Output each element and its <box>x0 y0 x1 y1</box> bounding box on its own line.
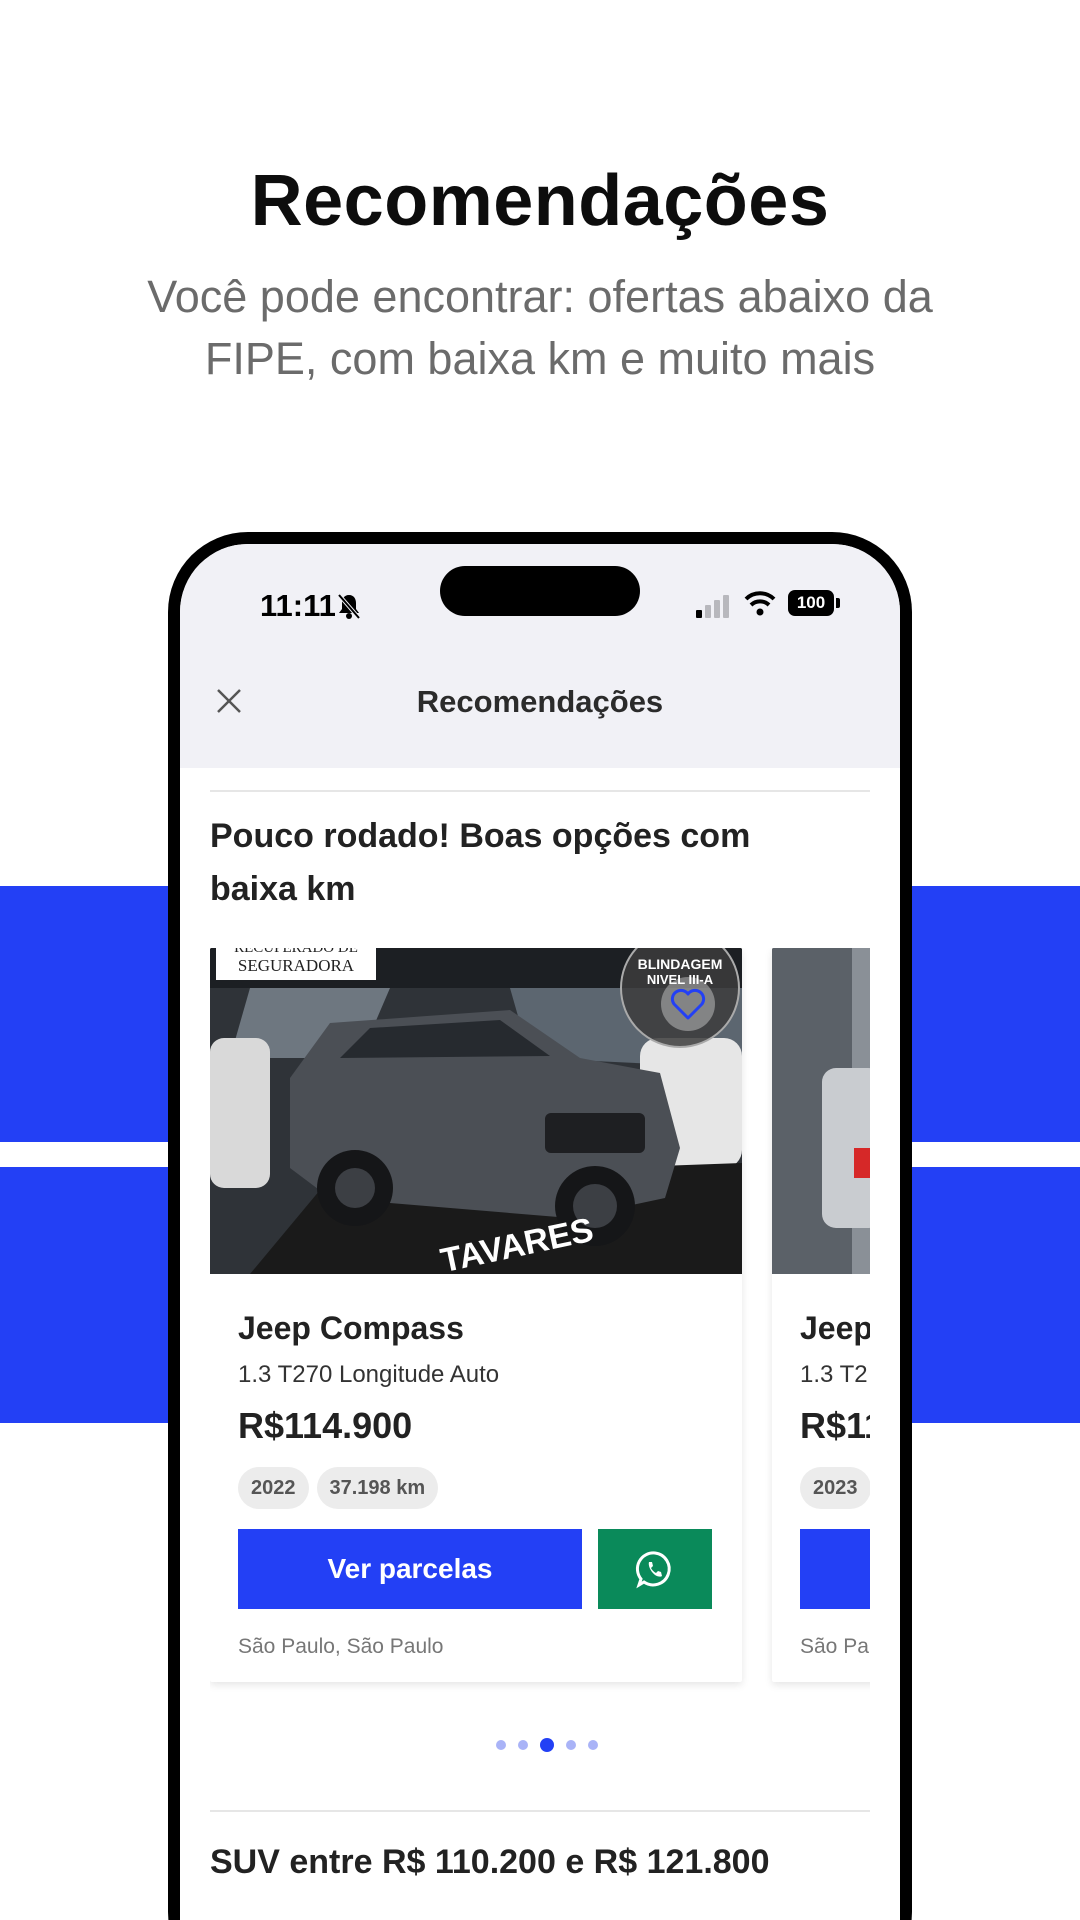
divider <box>210 1810 870 1812</box>
car-price: R$114.900 <box>238 1405 413 1446</box>
car-photo-illustration <box>772 948 870 1274</box>
armor-badge-line1: BLINDAGEM <box>637 956 723 972</box>
wifi-icon <box>744 591 776 616</box>
car-price: R$11 <box>800 1405 870 1446</box>
whatsapp-button[interactable] <box>598 1529 712 1609</box>
carousel-pager[interactable] <box>180 1738 900 1752</box>
car-card-body: Jeep 1.3 T2 R$11 2023 São Pa <box>800 1310 870 1659</box>
car-card[interactable]: TAVARES RECUPERADO DE SEGURADORA BLINDAG… <box>210 948 742 1682</box>
car-title[interactable]: Jeep <box>800 1310 870 1347</box>
ver-parcelas-button[interactable] <box>800 1529 870 1609</box>
year-chip: 2022 <box>238 1467 309 1509</box>
dynamic-island <box>440 566 640 616</box>
pager-dot[interactable] <box>496 1740 506 1750</box>
battery-level: 100 <box>788 590 834 616</box>
signal-icon <box>696 595 729 618</box>
promo-title: Recomendações <box>250 161 830 241</box>
photo-caption: SEGURADORA <box>237 956 355 975</box>
pager-dot[interactable] <box>588 1740 598 1750</box>
car-photo[interactable]: TAVARES RECUPERADO DE SEGURADORA BLINDAG… <box>210 948 742 1274</box>
car-location: São Pa <box>800 1635 869 1658</box>
divider <box>210 790 870 792</box>
car-card[interactable]: Jeep 1.3 T2 R$11 2023 São Pa <box>772 948 870 1682</box>
car-card-body: Jeep Compass 1.3 T270 Longitude Auto R$1… <box>238 1310 718 1659</box>
km-chip: 37.198 km <box>316 1467 439 1509</box>
status-time: 11:11 <box>260 588 336 623</box>
promo-subtitle: Você pode encontrar: ofertas abaixo da F… <box>147 271 933 384</box>
car-version: 1.3 T270 Longitude Auto <box>238 1361 500 1388</box>
phone-screen: 11:11 100 Recomendações Pouco rodado! Bo… <box>180 544 900 1920</box>
section-title: Pouco rodado! Boas opções com baixa km <box>210 817 751 908</box>
car-specs: 2023 <box>800 1467 870 1509</box>
whatsapp-icon <box>635 1551 671 1589</box>
car-photo[interactable] <box>772 948 870 1274</box>
car-version: 1.3 T2 <box>800 1361 868 1388</box>
pager-dot[interactable] <box>518 1740 528 1750</box>
year-chip: 2023 <box>800 1467 870 1509</box>
phone-frame: 11:11 100 Recomendações Pouco rodado! Bo… <box>168 532 912 1920</box>
pager-dot[interactable] <box>540 1738 554 1752</box>
heart-icon[interactable] <box>660 976 716 1032</box>
car-specs: 2022 37.198 km <box>238 1467 718 1509</box>
car-title[interactable]: Jeep Compass <box>238 1310 718 1347</box>
battery-tip <box>836 598 840 608</box>
car-location: São Paulo, São Paulo <box>238 1635 444 1658</box>
card-actions <box>800 1529 870 1609</box>
section-title: SUV entre R$ 110.200 e R$ 121.800 <box>210 1843 770 1881</box>
pager-dot[interactable] <box>566 1740 576 1750</box>
ver-parcelas-button[interactable]: Ver parcelas <box>238 1529 582 1609</box>
battery-indicator: 100 <box>788 590 840 616</box>
car-carousel[interactable]: TAVARES RECUPERADO DE SEGURADORA BLINDAG… <box>210 948 870 1708</box>
card-actions: Ver parcelas <box>238 1529 718 1609</box>
screen-title: Recomendações <box>416 684 664 719</box>
photo-caption-box: RECUPERADO DE SEGURADORA <box>216 948 376 980</box>
bell-slash-icon <box>337 593 361 620</box>
top-bar: 11:11 100 Recomendações <box>180 544 900 768</box>
